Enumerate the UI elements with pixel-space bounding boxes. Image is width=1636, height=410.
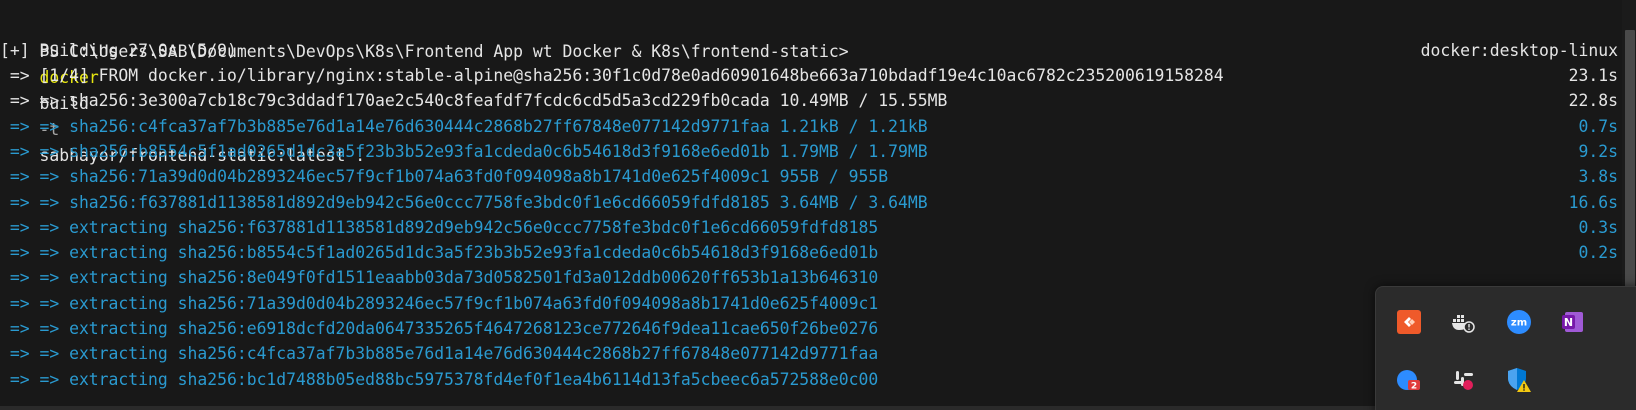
mail-badge-count: 2 (1411, 382, 1417, 392)
log-line: => => extracting sha256:8e049f0fd1511eaa… (0, 268, 879, 288)
log-line-duration: 23.1s (1568, 66, 1618, 85)
slack-icon[interactable] (1448, 365, 1478, 395)
onenote-icon-label: N (1564, 316, 1573, 329)
log-line-duration: 22.8s (1568, 91, 1618, 111)
prompt-line: PS C:\Users\SAB\Documents\DevOps\K8s\Fro… (0, 13, 848, 165)
docker-context: docker:desktop-linux (1420, 41, 1618, 60)
onenote-icon[interactable]: N (1558, 307, 1588, 337)
defender-warning-icon[interactable] (1504, 365, 1534, 395)
log-line-duration: 16.6s (1568, 192, 1618, 212)
log-line-duration: 3.8s (1578, 167, 1618, 187)
log-line: => => sha256:c4fca37af7b3b885e76d1a14e76… (0, 116, 928, 136)
log-line-duration: 0.7s (1578, 116, 1618, 136)
log-line: => [1/4] FROM docker.io/library/nginx:st… (0, 66, 1224, 85)
log-line: => => sha256:f637881d1138581d892d9eb942c… (0, 192, 928, 212)
zoom-icon-label: zm (1511, 318, 1527, 329)
log-line: => => sha256:b8554c5f1ad0265d1dc3a5f23b3… (0, 141, 928, 161)
log-line: => => extracting sha256:c4fca37af7b3b885… (0, 344, 879, 364)
log-line-duration: 0.2s (1578, 243, 1618, 263)
log-line: => => extracting sha256:bc1d7488b05ed88b… (0, 369, 879, 389)
log-line-duration: 0.3s (1578, 217, 1618, 237)
system-tray-overflow: zm N 2 (1375, 286, 1636, 410)
docker-icon[interactable] (1448, 307, 1478, 337)
log-line: => => extracting sha256:71a39d0d04b28932… (0, 293, 879, 313)
build-status: [+] Building 27.0s (5/9) (0, 41, 237, 60)
log-line: => => sha256:71a39d0d04b2893246ec57f9cf1… (0, 167, 889, 187)
zoom-icon[interactable]: zm (1504, 307, 1534, 337)
anydesk-icon[interactable] (1394, 307, 1424, 337)
terminal-panel[interactable]: PS C:\Users\SAB\Documents\DevOps\K8s\Fro… (0, 0, 1636, 410)
log-line: => => extracting sha256:f637881d1138581d… (0, 217, 879, 237)
log-line: => => sha256:3e300a7cb18c79c3ddadf170ae2… (0, 91, 948, 111)
log-line: => => extracting sha256:e6918dcfd20da064… (0, 319, 879, 338)
log-line: => => extracting sha256:b8554c5f1ad0265d… (0, 243, 879, 263)
mail-notification-icon[interactable]: 2 (1394, 365, 1424, 395)
log-line-duration: 9.2s (1578, 141, 1618, 161)
